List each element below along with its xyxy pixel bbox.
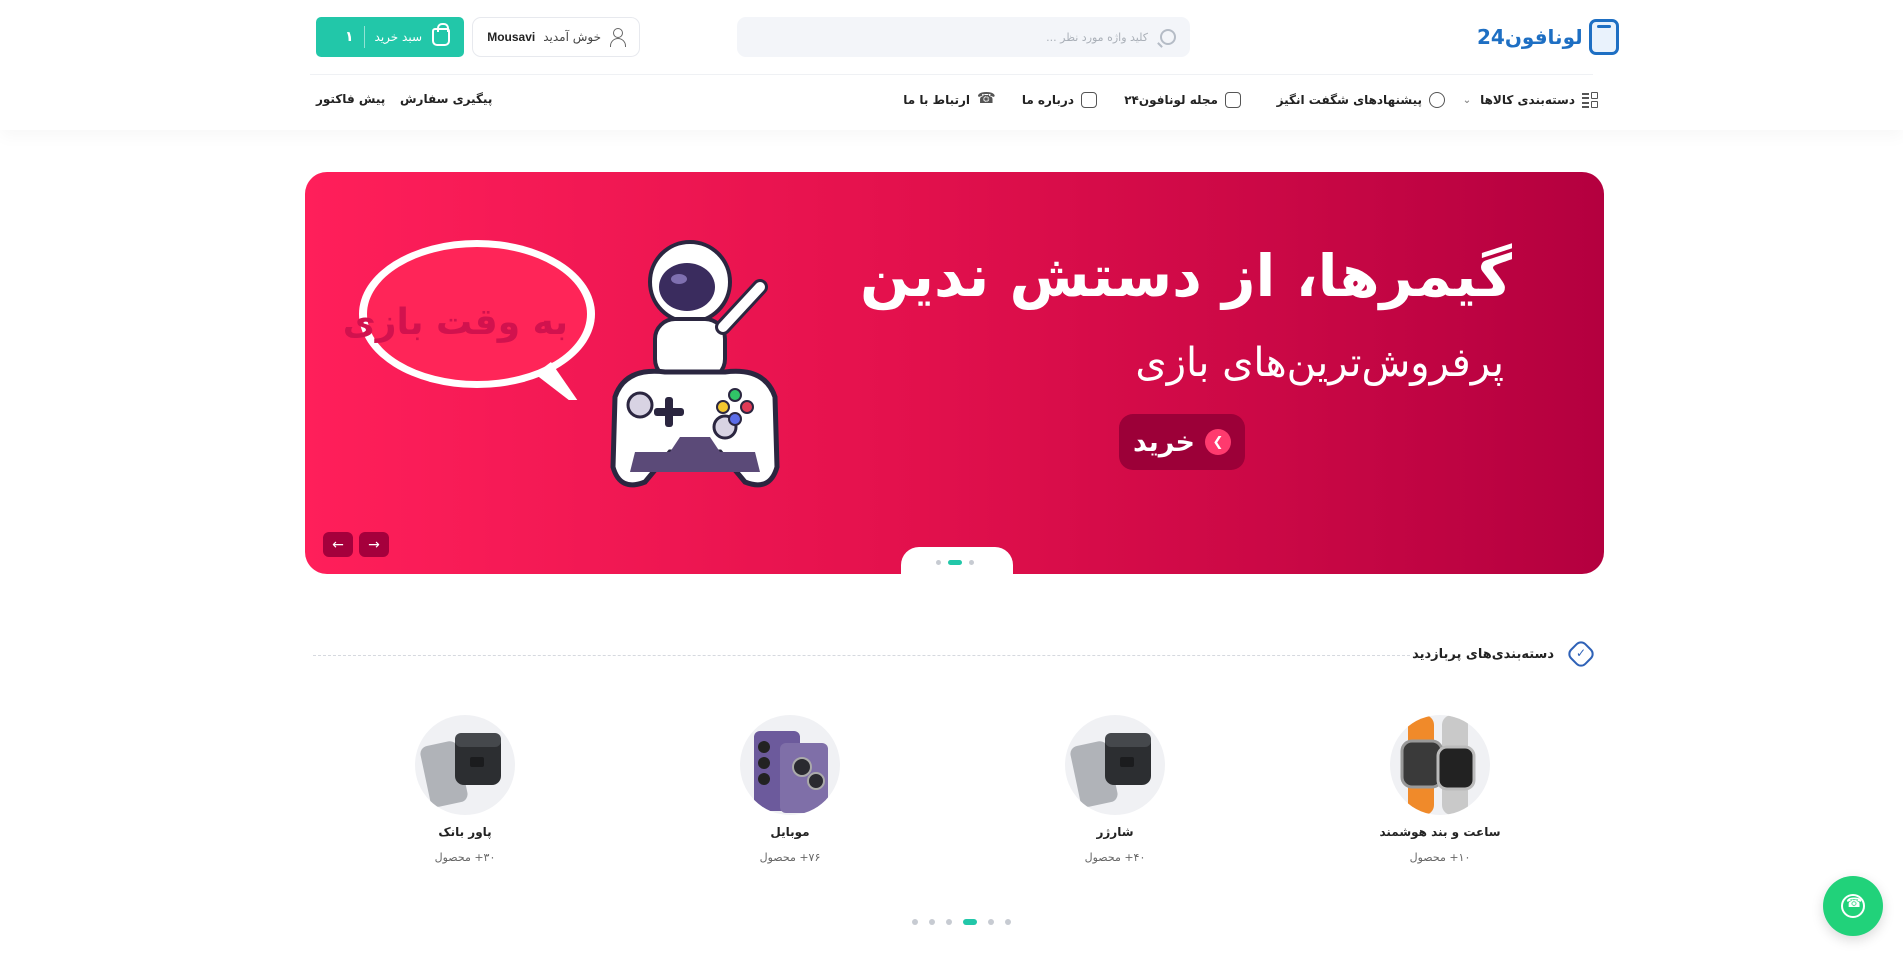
category-card[interactable]: موبایل ۷۶+ محصول bbox=[700, 715, 880, 864]
pagination-dot[interactable] bbox=[946, 919, 952, 925]
nav-item-label: مجله لونافون۲۴ bbox=[1124, 93, 1218, 107]
charger-image bbox=[1065, 715, 1165, 815]
pagination-dot[interactable] bbox=[968, 560, 974, 565]
popular-categories-header: ✓ دسته‌بندی‌های پربازدید bbox=[313, 638, 1598, 670]
checkmark-icon: ✓ bbox=[1575, 646, 1586, 660]
power-bank-image bbox=[415, 715, 515, 815]
nav-item-magazine[interactable]: مجله لونافون۲۴ bbox=[1124, 92, 1241, 108]
prev-slide-button[interactable]: ← bbox=[323, 532, 353, 557]
category-grid-icon bbox=[1582, 92, 1598, 108]
main-nav: دسته‌بندی کالاها ⌄ پیشنهادهای شگفت انگیز… bbox=[0, 82, 1903, 122]
page: لونافون24 خوش آمدید Mousavi سبد خرید ۱ bbox=[0, 0, 1903, 955]
smart-watch-image bbox=[1390, 715, 1490, 815]
search-box bbox=[737, 17, 1190, 57]
category-name: شارژر bbox=[1096, 825, 1134, 839]
category-name: موبایل bbox=[770, 825, 810, 839]
mobile-image bbox=[740, 715, 840, 815]
user-name: Mousavi bbox=[487, 30, 536, 44]
bubble-text: به وقت بازی bbox=[342, 302, 568, 343]
cart-count-badge: ۱ bbox=[344, 29, 354, 45]
nav-item-contact[interactable]: ارتباط با ما bbox=[903, 89, 996, 108]
pagination-dot-active[interactable] bbox=[947, 560, 962, 565]
logo-text: لونافون24 bbox=[1477, 25, 1583, 49]
cart-label: سبد خرید bbox=[374, 30, 422, 44]
pagination-dot[interactable] bbox=[935, 560, 941, 565]
cart-button[interactable]: سبد خرید ۱ bbox=[316, 17, 464, 57]
whatsapp-icon bbox=[1841, 894, 1865, 918]
nav-item-amazing-offers[interactable]: پیشنهادهای شگفت انگیز bbox=[1277, 92, 1445, 108]
banner-arrows: ← → bbox=[323, 532, 389, 557]
hero-banner[interactable]: گیمرها، از دستش ندین پرفروش‌ترین‌های باز… bbox=[305, 172, 1604, 574]
banner-pagination bbox=[305, 560, 1604, 565]
section-divider bbox=[313, 655, 1410, 656]
nav-item-label: دسته‌بندی کالاها bbox=[1480, 93, 1575, 107]
proforma-invoice-label: پیش فاکتور bbox=[316, 92, 386, 106]
pagination-dot[interactable] bbox=[1005, 919, 1011, 925]
user-greeting: خوش آمدید bbox=[543, 30, 601, 44]
category-count: ۳۰+ محصول bbox=[434, 851, 496, 864]
nav-item-label: ارتباط با ما bbox=[903, 93, 970, 107]
pagination-dot[interactable] bbox=[929, 919, 935, 925]
phone-icon bbox=[977, 89, 996, 108]
nav-item-categories[interactable]: دسته‌بندی کالاها ⌄ bbox=[1463, 92, 1598, 108]
categories-pagination bbox=[0, 919, 1903, 925]
chevron-down-icon: ⌄ bbox=[1462, 94, 1472, 106]
header-divider bbox=[310, 74, 1593, 75]
award-icon bbox=[1429, 92, 1445, 108]
proforma-invoice-link[interactable]: پیش فاکتور bbox=[316, 92, 385, 106]
category-count: ۱۰+ محصول bbox=[1409, 851, 1471, 864]
category-count: ۴۰+ محصول bbox=[1084, 851, 1146, 864]
nav-item-label: پیشنهادهای شگفت انگیز bbox=[1276, 93, 1422, 107]
search-icon[interactable] bbox=[1160, 29, 1176, 45]
order-tracking-label: پیگیری سفارش bbox=[400, 92, 493, 106]
category-count: ۷۶+ محصول bbox=[759, 851, 821, 864]
banner-subtitle: پرفروش‌ترین‌های بازی bbox=[1135, 340, 1504, 386]
pagination-dot[interactable] bbox=[912, 919, 918, 925]
shopping-bag-icon bbox=[432, 23, 450, 46]
order-tracking-link[interactable]: پیگیری سفارش bbox=[400, 92, 492, 106]
site-logo[interactable]: لونافون24 bbox=[1477, 18, 1619, 56]
banner-buy-label: خرید bbox=[1133, 426, 1195, 458]
document-icon bbox=[1081, 92, 1097, 108]
nav-item-label: درباره ما bbox=[1021, 93, 1074, 107]
logo-mark-icon bbox=[1588, 19, 1619, 55]
section-title: دسته‌بندی‌های پربازدید bbox=[1412, 647, 1554, 662]
pagination-dot[interactable] bbox=[988, 919, 994, 925]
banner-buy-button[interactable]: ❯ خرید bbox=[1119, 414, 1245, 470]
next-slide-button[interactable]: → bbox=[359, 532, 389, 557]
magazine-icon bbox=[1225, 92, 1241, 108]
top-bar: لونافون24 خوش آمدید Mousavi سبد خرید ۱ bbox=[0, 0, 1903, 74]
banner-title: گیمرها، از دستش ندین bbox=[860, 242, 1512, 310]
category-card[interactable]: پاور بانک ۳۰+ محصول bbox=[375, 715, 555, 864]
user-icon bbox=[609, 28, 626, 47]
category-card[interactable]: ساعت و بند هوشمند ۱۰+ محصول bbox=[1350, 715, 1530, 864]
search-input[interactable] bbox=[751, 30, 1148, 44]
category-card[interactable]: شارژر ۴۰+ محصول bbox=[1025, 715, 1205, 864]
pagination-dot-active[interactable] bbox=[963, 919, 977, 925]
astronaut-gamepad-illustration bbox=[610, 240, 780, 488]
category-name: پاور بانک bbox=[438, 825, 492, 839]
site-header: لونافون24 خوش آمدید Mousavi سبد خرید ۱ bbox=[0, 0, 1903, 130]
whatsapp-chat-button[interactable] bbox=[1823, 876, 1883, 936]
nav-item-about[interactable]: درباره ما bbox=[1022, 92, 1097, 108]
cart-divider bbox=[363, 26, 365, 48]
chevron-left-icon: ❯ bbox=[1205, 429, 1231, 455]
category-name: ساعت و بند هوشمند bbox=[1379, 825, 1501, 839]
user-account-button[interactable]: خوش آمدید Mousavi bbox=[472, 17, 640, 57]
